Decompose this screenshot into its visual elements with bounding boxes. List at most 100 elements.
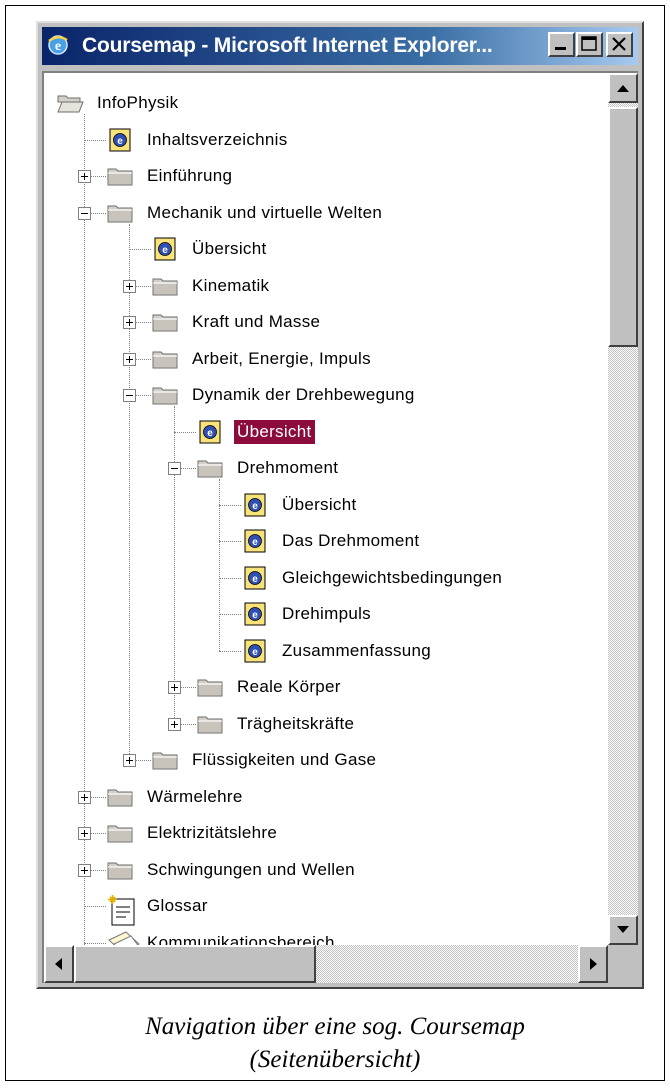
scroll-down-button[interactable] xyxy=(608,915,638,945)
folder-icon xyxy=(196,674,224,700)
expand-plus-icon[interactable] xyxy=(123,754,136,768)
folder-icon xyxy=(151,382,179,408)
tree-item-label: Flüssigkeiten und Gase xyxy=(192,750,377,769)
tree-item[interactable]: e Drehimpuls xyxy=(241,599,374,629)
tree-connector xyxy=(174,406,175,724)
document-icon: e xyxy=(241,565,269,591)
tree-item-label: Zusammenfassung xyxy=(282,640,432,660)
folder-icon xyxy=(151,309,179,335)
caption-line-1: Navigation über eine sog. Coursemap xyxy=(145,1013,525,1040)
arrow-up-icon xyxy=(617,85,629,92)
expand-plus-icon[interactable] xyxy=(78,790,91,804)
scroll-left-button[interactable] xyxy=(44,945,74,983)
document-icon: e xyxy=(196,419,224,445)
expand-plus-icon[interactable] xyxy=(123,316,136,330)
communication-icon xyxy=(106,930,140,945)
tree-item[interactable]: e Übersicht xyxy=(196,417,315,447)
tree-item[interactable]: Reale Körper xyxy=(196,672,344,702)
tree-item[interactable]: Elektrizitätslehre xyxy=(106,818,280,848)
folder-icon xyxy=(106,784,134,810)
scroll-corner xyxy=(608,945,638,983)
tree-item-label: Mechanik und virtuelle Welten xyxy=(147,202,383,222)
tree-item[interactable]: Kraft und Masse xyxy=(151,307,323,337)
tree-connector xyxy=(84,942,106,944)
tree-item[interactable]: e Gleichgewichtsbedingungen xyxy=(241,563,505,593)
tree-item-label: Übersicht xyxy=(192,239,267,258)
tree-item[interactable]: Glossar xyxy=(106,891,211,926)
tree-item[interactable]: Flüssigkeiten und Gase xyxy=(151,745,379,775)
tree-item[interactable]: e Zusammenfassung xyxy=(241,636,434,666)
horizontal-scrollbar[interactable] xyxy=(44,945,608,983)
arrow-right-icon xyxy=(590,958,597,970)
tree-item-label: Kommunikationsbereich xyxy=(147,932,335,946)
svg-text:e: e xyxy=(55,39,61,54)
expand-plus-icon[interactable] xyxy=(78,170,91,184)
tree-item[interactable]: Arbeit, Energie, Impuls xyxy=(151,344,374,374)
vertical-scrollbar[interactable] xyxy=(608,73,638,945)
tree-item[interactable]: Mechanik und virtuelle Welten xyxy=(106,198,385,228)
maximize-icon xyxy=(581,36,597,51)
tree-item[interactable]: e Übersicht xyxy=(151,234,270,264)
expand-plus-icon[interactable] xyxy=(168,681,181,695)
folder-icon xyxy=(196,455,224,481)
figure-caption: Navigation über eine sog. Coursemap (Sei… xyxy=(0,1010,670,1076)
vertical-scroll-thumb[interactable] xyxy=(608,107,638,347)
close-icon xyxy=(612,37,626,51)
horizontal-scroll-thumb[interactable] xyxy=(74,945,316,983)
expand-plus-icon[interactable] xyxy=(123,352,136,366)
collapse-minus-icon[interactable] xyxy=(168,462,181,476)
folder-icon xyxy=(151,747,179,773)
tree-item[interactable]: e Inhaltsverzeichnis xyxy=(106,125,291,155)
svg-text:e: e xyxy=(252,574,258,585)
tree-item[interactable]: Einführung xyxy=(106,161,235,191)
course-tree: InfoPhysik e Inhaltsverzeichnis Einführung M… xyxy=(44,73,608,945)
scroll-right-button[interactable] xyxy=(578,945,608,983)
tree-item[interactable]: Kinematik xyxy=(151,271,272,301)
svg-text:e: e xyxy=(252,537,258,548)
tree-item[interactable]: Dynamik der Drehbewegung xyxy=(151,380,418,410)
tree-item-label: Elektrizitätslehre xyxy=(147,823,278,842)
document-icon: e xyxy=(151,236,179,262)
title-bar[interactable]: e Coursemap - Microsoft Internet Explore… xyxy=(42,27,638,65)
minimize-button[interactable] xyxy=(548,32,575,57)
scroll-up-button[interactable] xyxy=(608,73,638,103)
expand-plus-icon[interactable] xyxy=(78,827,91,841)
tree-item-label: Kinematik xyxy=(192,275,270,295)
document-icon: e xyxy=(241,601,269,627)
tree-item[interactable]: Drehmoment xyxy=(196,453,341,483)
glossary-icon xyxy=(106,893,135,926)
tree-item-label: Reale Körper xyxy=(237,677,341,696)
collapse-minus-icon[interactable] xyxy=(78,206,91,220)
tree-item-label: Drehmoment xyxy=(237,458,339,477)
tree-connector xyxy=(84,906,106,908)
tree-connector xyxy=(219,541,241,543)
expand-plus-icon[interactable] xyxy=(168,717,181,731)
svg-text:e: e xyxy=(207,428,213,439)
tree-item[interactable]: e Übersicht xyxy=(241,490,360,520)
tree-item[interactable]: Wärmelehre xyxy=(106,782,246,812)
tree-item[interactable]: e Das Drehmoment xyxy=(241,526,422,556)
document-icon: e xyxy=(241,638,269,664)
tree-connector xyxy=(129,249,151,251)
arrow-left-icon xyxy=(55,958,62,970)
tree-connector xyxy=(219,650,241,652)
tree-item-label: Übersicht xyxy=(234,419,315,444)
expand-plus-icon[interactable] xyxy=(123,279,136,293)
tree-item-label: Gleichgewichtsbedingungen xyxy=(282,567,503,587)
tree-root[interactable]: InfoPhysik xyxy=(56,88,181,118)
close-button[interactable] xyxy=(606,32,633,57)
tree-item[interactable]: Trägheitskräfte xyxy=(196,709,357,739)
tree-connector xyxy=(84,139,106,141)
collapse-minus-icon[interactable] xyxy=(123,389,136,403)
tree-connector xyxy=(84,114,85,945)
tree-item[interactable]: Kommunikationsbereich xyxy=(106,928,338,946)
tree-connector xyxy=(219,614,241,616)
arrow-down-icon xyxy=(617,926,629,933)
expand-plus-icon[interactable] xyxy=(78,863,91,877)
tree-item[interactable]: Schwingungen und Wellen xyxy=(106,855,358,885)
maximize-button[interactable] xyxy=(576,32,603,57)
svg-text:e: e xyxy=(252,501,258,512)
tree-item-label: Inhaltsverzeichnis xyxy=(147,129,288,149)
folder-icon xyxy=(196,711,224,737)
tree-connector xyxy=(129,223,130,761)
